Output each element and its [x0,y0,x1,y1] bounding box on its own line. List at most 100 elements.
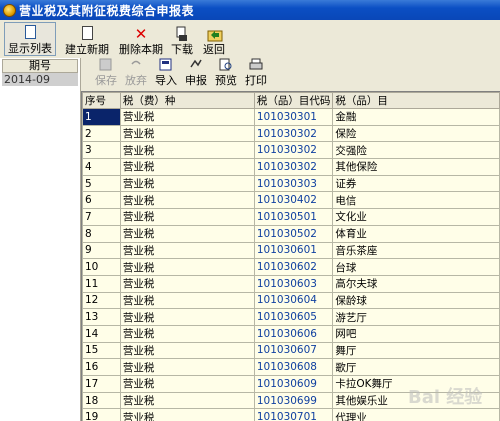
cell-tax-type[interactable]: 营业税 [119,375,255,393]
cell-item[interactable]: 证券 [332,174,500,193]
cell-tax-type[interactable]: 营业税 [119,408,255,421]
cell-tax-type[interactable]: 营业税 [119,308,255,326]
cell-item-code[interactable]: 101030502 [253,224,334,243]
cell-index[interactable]: 8 [82,224,121,243]
cell-item[interactable]: 舞厅 [332,341,500,360]
declare-button[interactable]: 申报 [181,58,211,88]
import-button[interactable]: 导入 [151,58,181,88]
cell-tax-type[interactable]: 营业税 [119,324,255,343]
column-header-item[interactable]: 税（品）目 [332,92,500,109]
column-header-item-code[interactable]: 税（品）目代码 [253,92,334,109]
cell-index[interactable]: 17 [82,375,121,393]
cell-tax-type[interactable]: 营业税 [119,224,255,243]
cell-tax-type[interactable]: 营业税 [119,358,255,376]
table-row[interactable]: 5 营业税 101030303 证券 [82,174,500,193]
cell-item-code[interactable]: 101030607 [253,341,334,360]
column-header-index[interactable]: 序号 [82,92,121,109]
cell-tax-type[interactable]: 营业税 [119,341,255,360]
cell-index[interactable]: 2 [82,124,121,143]
cell-item[interactable]: 游艺厅 [332,308,500,326]
cell-index[interactable]: 4 [82,158,121,176]
period-item[interactable]: 2014-09 [2,73,78,86]
cell-item-code[interactable]: 101030603 [253,274,334,293]
table-row[interactable]: 11 营业税 101030603 高尔夫球 [82,274,500,293]
table-row[interactable]: 10 营业税 101030602 台球 [82,258,500,276]
cell-tax-type[interactable]: 营业税 [119,174,255,193]
cell-item-code[interactable]: 101030302 [253,141,334,160]
back-button[interactable]: 返回 [200,22,228,56]
cell-item-code[interactable]: 101030302 [253,124,334,143]
cell-index[interactable]: 11 [82,274,121,293]
cell-item[interactable]: 音乐茶座 [332,241,500,260]
cell-item-code[interactable]: 101030601 [253,241,334,260]
cell-item-code[interactable]: 101030605 [253,308,334,326]
cell-item[interactable]: 体育业 [332,224,500,243]
table-row[interactable]: 12 营业税 101030604 保龄球 [82,291,500,310]
table-row[interactable]: 7 营业税 101030501 文化业 [82,208,500,226]
print-button[interactable]: 打印 [241,58,271,88]
cell-index[interactable]: 6 [82,191,121,210]
cell-item[interactable]: 台球 [332,258,500,276]
cell-tax-type[interactable]: 营业税 [119,208,255,226]
table-row[interactable]: 6 营业税 101030402 电信 [82,191,500,210]
cell-index[interactable]: 3 [82,141,121,160]
table-row[interactable]: 9 营业税 101030601 音乐茶座 [82,241,500,260]
cell-tax-type[interactable]: 营业税 [119,191,255,210]
column-header-tax-type[interactable]: 税（费）种 [119,92,255,109]
cell-item[interactable]: 歌厅 [332,358,500,376]
cell-item-code[interactable]: 101030608 [253,358,334,376]
cell-item[interactable]: 保龄球 [332,291,500,310]
table-row[interactable]: 4 营业税 101030302 其他保险 [82,158,500,176]
cell-item[interactable]: 高尔夫球 [332,274,500,293]
cell-index[interactable]: 7 [82,208,121,226]
cell-item-code[interactable]: 101030501 [253,208,334,226]
cell-item[interactable]: 其他保险 [332,158,500,176]
cell-index[interactable]: 9 [82,241,121,260]
cell-tax-type[interactable]: 营业税 [119,158,255,176]
cell-item[interactable]: 保险 [332,124,500,143]
cell-item-code[interactable]: 101030602 [253,258,334,276]
table-row[interactable]: 8 营业税 101030502 体育业 [82,224,500,243]
cell-tax-type[interactable]: 营业税 [119,141,255,160]
cell-tax-type[interactable]: 营业税 [119,108,255,126]
cell-index[interactable]: 18 [82,391,121,410]
cell-item-code[interactable]: 101030609 [253,375,334,393]
download-button[interactable]: 下载 [168,22,196,56]
cell-item-code[interactable]: 101030402 [253,191,334,210]
cell-index[interactable]: 5 [82,174,121,193]
table-row[interactable]: 2 营业税 101030302 保险 [82,124,500,143]
cell-tax-type[interactable]: 营业税 [119,258,255,276]
cell-index[interactable]: 15 [82,341,121,360]
cell-item[interactable]: 金融 [332,108,500,126]
cell-tax-type[interactable]: 营业税 [119,124,255,143]
cell-index[interactable]: 14 [82,324,121,343]
cell-item-code[interactable]: 101030699 [253,391,334,410]
cell-item-code[interactable]: 101030701 [253,408,334,421]
cell-item[interactable]: 交强险 [332,141,500,160]
cell-index[interactable]: 1 [82,108,121,126]
preview-button[interactable]: 预览 [211,58,241,88]
table-row[interactable]: 14 营业税 101030606 网吧 [82,324,500,343]
show-list-button[interactable]: 显示列表 [4,22,56,56]
cell-item-code[interactable]: 101030302 [253,158,334,176]
discard-button[interactable]: 放弃 [121,58,151,88]
cell-index[interactable]: 10 [82,258,121,276]
cell-item[interactable]: 电信 [332,191,500,210]
table-row[interactable]: 3 营业税 101030302 交强险 [82,141,500,160]
cell-tax-type[interactable]: 营业税 [119,391,255,410]
cell-index[interactable]: 19 [82,408,121,421]
cell-index[interactable]: 16 [82,358,121,376]
table-row[interactable]: 15 营业税 101030607 舞厅 [82,341,500,360]
delete-period-button[interactable]: ✕ 删除本期 [116,22,166,56]
save-button[interactable]: 保存 [91,58,121,88]
table-row[interactable]: 13 营业税 101030605 游艺厅 [82,308,500,326]
cell-tax-type[interactable]: 营业税 [119,291,255,310]
cell-item-code[interactable]: 101030604 [253,291,334,310]
table-row[interactable]: 16 营业税 101030608 歌厅 [82,358,500,376]
cell-item[interactable]: 文化业 [332,208,500,226]
cell-index[interactable]: 12 [82,291,121,310]
cell-item-code[interactable]: 101030301 [253,108,334,126]
cell-item-code[interactable]: 101030606 [253,324,334,343]
cell-index[interactable]: 13 [82,308,121,326]
new-period-button[interactable]: 建立新期 [62,22,112,56]
